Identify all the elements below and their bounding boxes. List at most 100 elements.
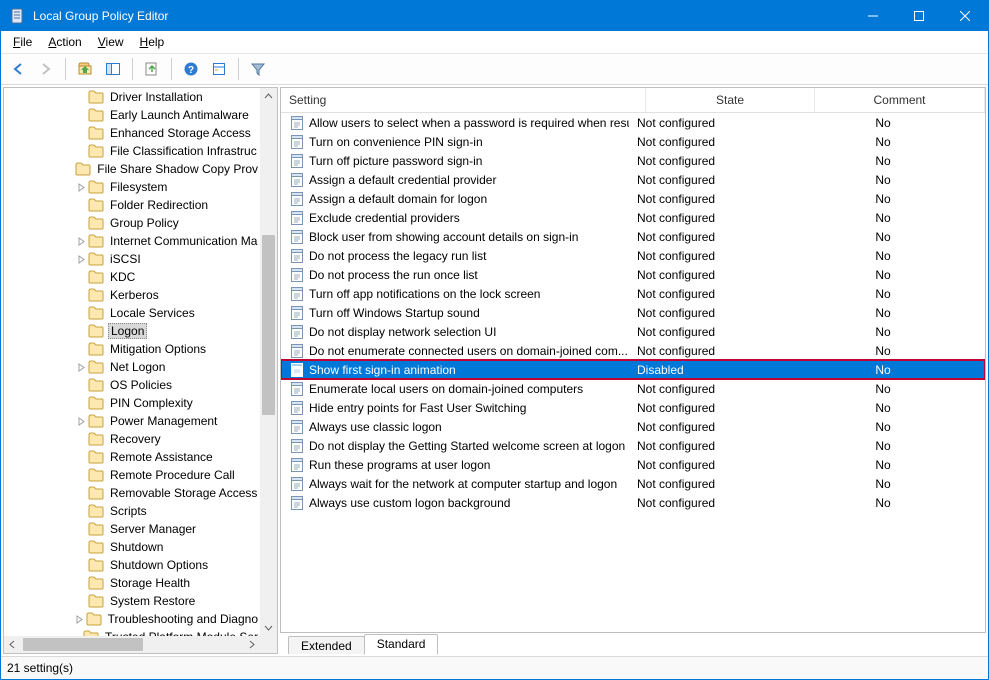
menu-file[interactable]: File — [5, 33, 40, 51]
tree-item[interactable]: KDC — [74, 268, 260, 286]
folder-icon — [88, 360, 104, 374]
column-header-comment[interactable]: Comment — [815, 88, 985, 112]
tree-item[interactable]: Logon — [74, 322, 260, 340]
tree-item[interactable]: Internet Communication Ma — [74, 232, 260, 250]
chevron-right-icon[interactable] — [74, 615, 86, 624]
close-button[interactable] — [942, 1, 988, 31]
list-row[interactable]: Show first sign-in animationDisabledNo — [281, 360, 985, 379]
titlebar[interactable]: Local Group Policy Editor — [1, 1, 988, 31]
tree-item[interactable]: Enhanced Storage Access — [74, 124, 260, 142]
filter-button[interactable] — [245, 56, 271, 82]
tree-item[interactable]: Power Management — [74, 412, 260, 430]
setting-state: Not configured — [629, 116, 781, 130]
list-row[interactable]: Enumerate local users on domain-joined c… — [281, 379, 985, 398]
tree-item[interactable]: Driver Installation — [74, 88, 260, 106]
column-header-setting[interactable]: Setting — [281, 88, 646, 112]
tree-item[interactable]: Kerberos — [74, 286, 260, 304]
tree-item[interactable]: Early Launch Antimalware — [74, 106, 260, 124]
list-row[interactable]: Do not process the legacy run listNot co… — [281, 246, 985, 265]
menu-help[interactable]: Help — [132, 33, 173, 51]
chevron-right-icon[interactable] — [74, 255, 88, 264]
tree-item[interactable]: Recovery — [74, 430, 260, 448]
list-row[interactable]: Always use custom logon backgroundNot co… — [281, 493, 985, 512]
tree-vscrollbar[interactable] — [260, 88, 277, 636]
tree-item[interactable]: Group Policy — [74, 214, 260, 232]
back-button[interactable] — [5, 56, 31, 82]
tree[interactable]: Driver InstallationEarly Launch Antimalw… — [4, 88, 260, 636]
up-button[interactable] — [72, 56, 98, 82]
setting-name: Turn on convenience PIN sign-in — [309, 135, 483, 149]
tree-item[interactable]: Shutdown — [74, 538, 260, 556]
export-button[interactable] — [139, 56, 165, 82]
tree-item[interactable]: PIN Complexity — [74, 394, 260, 412]
tree-item[interactable]: Troubleshooting and Diagno — [74, 610, 260, 628]
tree-item[interactable]: Remote Procedure Call — [74, 466, 260, 484]
list-row[interactable]: Turn off app notifications on the lock s… — [281, 284, 985, 303]
list-row[interactable]: Assign a default domain for logonNot con… — [281, 189, 985, 208]
forward-button[interactable] — [33, 56, 59, 82]
tree-item[interactable]: Net Logon — [74, 358, 260, 376]
list-body[interactable]: Allow users to select when a password is… — [281, 113, 985, 632]
tree-item[interactable]: File Share Shadow Copy Prov — [74, 160, 260, 178]
scroll-thumb[interactable] — [262, 235, 275, 415]
list-row[interactable]: Always use classic logonNot configuredNo — [281, 417, 985, 436]
list-row[interactable]: Exclude credential providersNot configur… — [281, 208, 985, 227]
show-hide-tree-button[interactable] — [100, 56, 126, 82]
list-row[interactable]: Run these programs at user logonNot conf… — [281, 455, 985, 474]
list-row[interactable]: Always wait for the network at computer … — [281, 474, 985, 493]
setting-name: Do not display the Getting Started welco… — [309, 439, 625, 453]
column-header-state[interactable]: State — [646, 88, 815, 112]
tree-item[interactable]: Folder Redirection — [74, 196, 260, 214]
setting-name: Turn off Windows Startup sound — [309, 306, 480, 320]
list-row[interactable]: Do not display the Getting Started welco… — [281, 436, 985, 455]
scroll-down-icon[interactable] — [260, 619, 277, 636]
list-row[interactable]: Do not process the run once listNot conf… — [281, 265, 985, 284]
maximize-button[interactable] — [896, 1, 942, 31]
tab-standard[interactable]: Standard — [364, 634, 439, 655]
scroll-thumb-h[interactable] — [23, 638, 143, 651]
minimize-button[interactable] — [850, 1, 896, 31]
tree-item[interactable]: Scripts — [74, 502, 260, 520]
list-row[interactable]: Turn on convenience PIN sign-inNot confi… — [281, 132, 985, 151]
chevron-right-icon[interactable] — [74, 363, 88, 372]
folder-icon — [88, 594, 104, 608]
tree-item[interactable]: Filesystem — [74, 178, 260, 196]
tree-item[interactable]: File Classification Infrastruc — [74, 142, 260, 160]
tree-item[interactable]: Mitigation Options — [74, 340, 260, 358]
properties-button[interactable] — [206, 56, 232, 82]
chevron-right-icon[interactable] — [74, 417, 88, 426]
help-button[interactable]: ? — [178, 56, 204, 82]
tree-item[interactable]: Server Manager — [74, 520, 260, 538]
list-row[interactable]: Hide entry points for Fast User Switchin… — [281, 398, 985, 417]
tree-item[interactable]: Removable Storage Access — [74, 484, 260, 502]
setting-state: Not configured — [629, 496, 781, 510]
scroll-left-icon[interactable] — [4, 636, 21, 653]
tree-item[interactable]: Locale Services — [74, 304, 260, 322]
tree-item[interactable]: Storage Health — [74, 574, 260, 592]
tab-extended[interactable]: Extended — [288, 636, 365, 654]
folder-icon — [88, 576, 104, 590]
menu-action[interactable]: Action — [40, 33, 89, 51]
policy-icon — [289, 305, 305, 321]
tree-item[interactable]: iSCSI — [74, 250, 260, 268]
chevron-right-icon[interactable] — [74, 183, 88, 192]
list-row[interactable]: Allow users to select when a password is… — [281, 113, 985, 132]
svg-text:?: ? — [188, 65, 194, 76]
list-row[interactable]: Block user from showing account details … — [281, 227, 985, 246]
list-row[interactable]: Turn off picture password sign-inNot con… — [281, 151, 985, 170]
tree-item[interactable]: OS Policies — [74, 376, 260, 394]
tree-item[interactable]: System Restore — [74, 592, 260, 610]
chevron-right-icon[interactable] — [74, 237, 88, 246]
list-row[interactable]: Assign a default credential providerNot … — [281, 170, 985, 189]
scroll-up-icon[interactable] — [260, 88, 277, 105]
tree-item[interactable]: Trusted Platform Module Ser — [74, 628, 260, 636]
list-row[interactable]: Do not display network selection UINot c… — [281, 322, 985, 341]
menu-view[interactable]: View — [90, 33, 132, 51]
list-row[interactable]: Turn off Windows Startup soundNot config… — [281, 303, 985, 322]
scroll-right-icon[interactable] — [243, 636, 260, 653]
policy-icon — [289, 172, 305, 188]
tree-hscrollbar[interactable] — [4, 636, 260, 653]
list-row[interactable]: Do not enumerate connected users on doma… — [281, 341, 985, 360]
tree-item[interactable]: Shutdown Options — [74, 556, 260, 574]
tree-item[interactable]: Remote Assistance — [74, 448, 260, 466]
